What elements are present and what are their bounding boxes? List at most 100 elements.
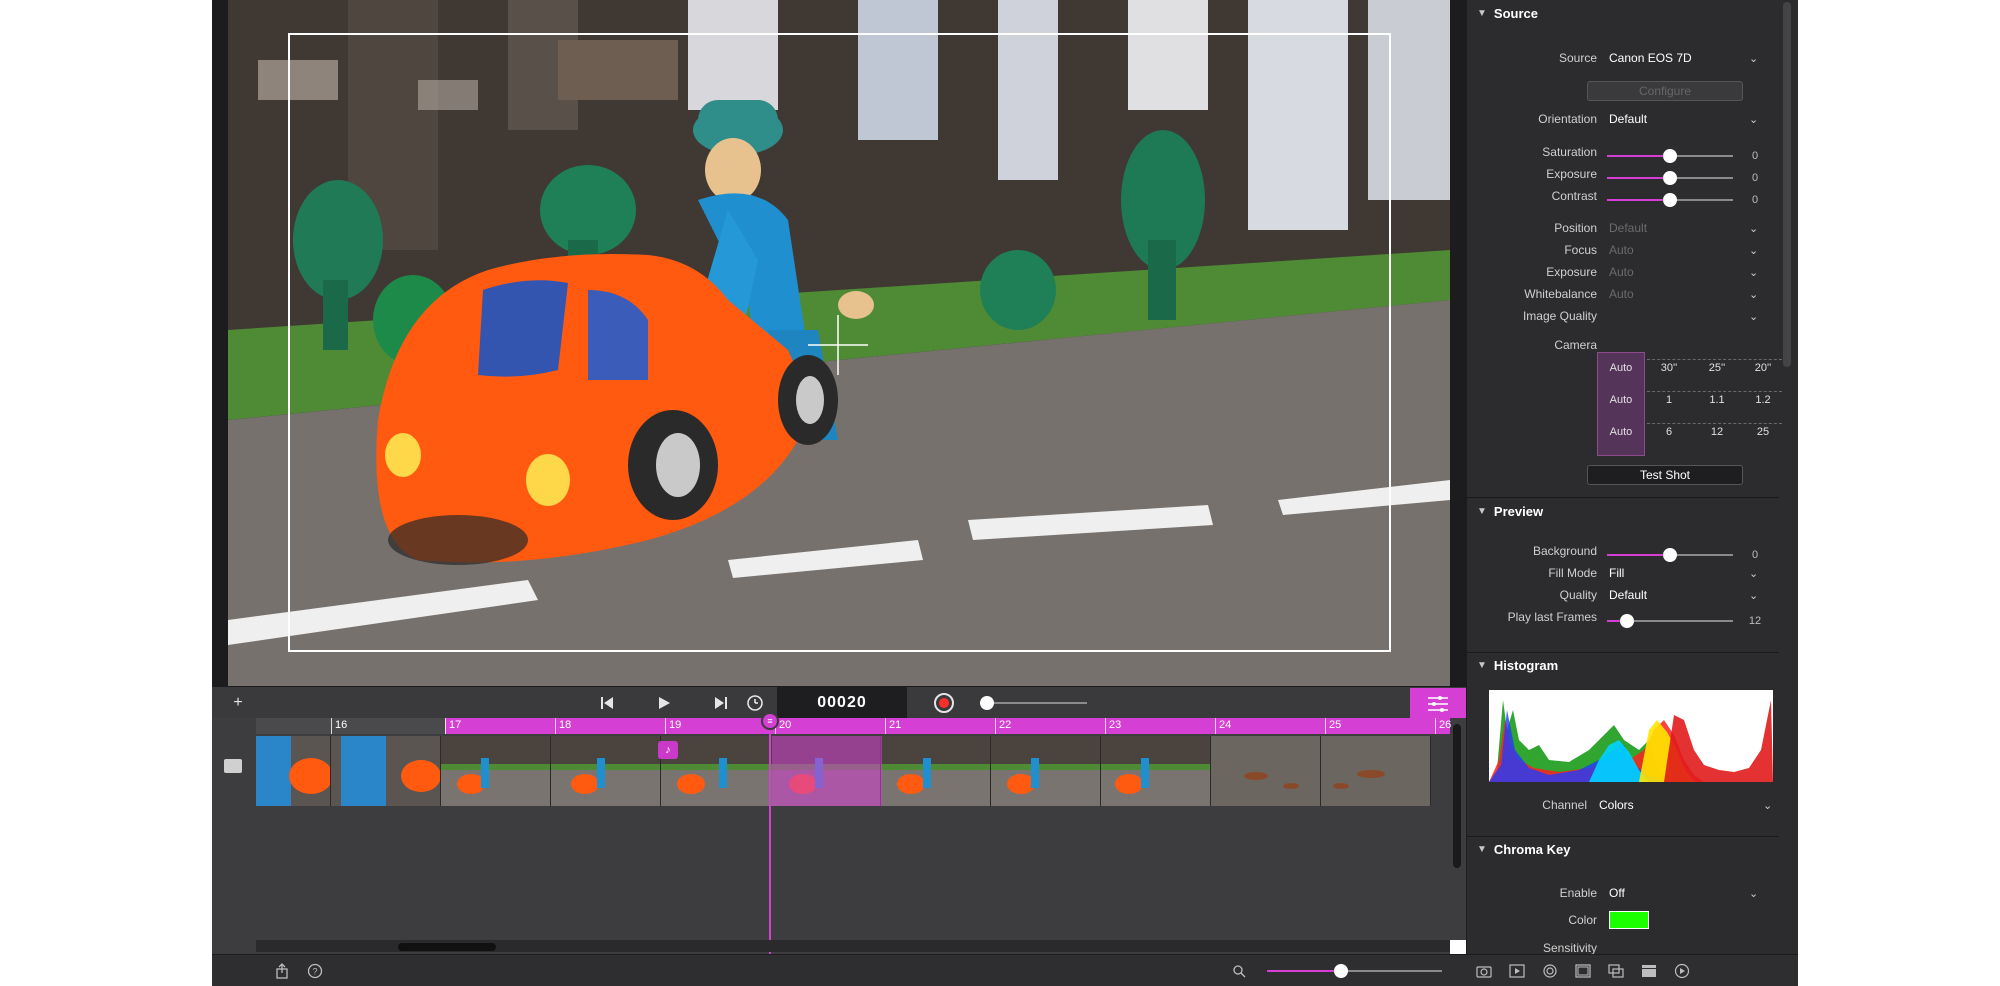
frame-thumbnail[interactable] — [551, 736, 661, 806]
camera-cell[interactable]: 25 — [1743, 426, 1783, 438]
orientation-label: Orientation — [1538, 112, 1597, 126]
disclosure-triangle-icon[interactable]: ▼ — [1477, 660, 1487, 671]
contrast-slider-knob[interactable] — [1663, 193, 1677, 207]
chevron-down-icon[interactable]: ⌄ — [1749, 222, 1758, 235]
position-select[interactable]: Default — [1609, 221, 1647, 235]
channel-select[interactable]: Colors — [1599, 798, 1634, 812]
test-shot-button[interactable]: Test Shot — [1587, 465, 1743, 485]
aperture-row[interactable]: Auto 1 1.1 1.2 — [1597, 384, 1782, 416]
source-select[interactable]: Canon EOS 7D — [1609, 51, 1692, 65]
camera-cell[interactable]: 25'' — [1697, 362, 1737, 374]
section-title: Chroma Key — [1493, 841, 1571, 857]
fill-mode-select[interactable]: Fill — [1609, 566, 1624, 580]
onion-skin-icon[interactable] — [1540, 961, 1560, 981]
camera-cell[interactable]: Auto — [1601, 394, 1641, 406]
disclosure-triangle-icon[interactable]: ▼ — [1477, 844, 1487, 855]
camera-cell[interactable]: Auto — [1601, 362, 1641, 374]
share-icon[interactable] — [272, 961, 292, 981]
playback-icon[interactable] — [1507, 961, 1527, 981]
focus-select[interactable]: Auto — [1609, 243, 1634, 257]
camera-cell[interactable]: 1.2 — [1743, 394, 1783, 406]
section-preview-header[interactable]: ▼ Preview — [1467, 498, 1779, 524]
playhead[interactable] — [769, 718, 771, 954]
chevron-down-icon[interactable]: ⌄ — [1749, 266, 1758, 279]
section-source-header[interactable]: ▼ Source — [1467, 0, 1779, 26]
quality-label: Quality — [1559, 588, 1597, 602]
chevron-down-icon[interactable]: ⌄ — [1749, 310, 1758, 323]
chevron-down-icon[interactable]: ⌄ — [1749, 567, 1758, 580]
play-icon[interactable] — [652, 691, 676, 715]
timer-icon[interactable] — [743, 691, 767, 715]
quality-select[interactable]: Default — [1609, 588, 1647, 602]
ruler-label: 24 — [1219, 719, 1232, 731]
camera-preview[interactable] — [212, 0, 1466, 686]
configure-button[interactable]: Configure — [1587, 81, 1743, 101]
track-icon[interactable] — [224, 759, 242, 773]
frame-thumbnail[interactable] — [881, 736, 991, 806]
help-icon[interactable]: ? — [305, 961, 325, 981]
iso-row[interactable]: Auto 6 12 25 — [1597, 416, 1782, 448]
captured-range — [445, 718, 1450, 734]
timeline[interactable]: 16 17 18 19 20 21 22 23 24 25 26 ♪ ≡ — [212, 712, 1466, 954]
timeline-settings-button[interactable] — [1410, 688, 1466, 719]
skip-forward-icon[interactable] — [709, 691, 733, 715]
camera-cell[interactable]: 1.1 — [1697, 394, 1737, 406]
timeline-zoom-knob[interactable] — [1334, 964, 1348, 978]
playback-speed-knob[interactable] — [980, 696, 994, 710]
audio-icon[interactable]: ♪ — [658, 741, 678, 759]
camera-cell[interactable]: 20'' — [1743, 362, 1783, 374]
bottom-toolbar: ? — [212, 954, 1798, 986]
frame-thumbnail[interactable] — [331, 736, 441, 806]
exposure-slider-knob[interactable] — [1663, 171, 1677, 185]
enable-select[interactable]: Off — [1609, 886, 1625, 900]
disclosure-triangle-icon[interactable]: ▼ — [1477, 506, 1487, 517]
clapperboard-icon[interactable] — [1639, 961, 1659, 981]
frame-thumbnail[interactable] — [1321, 736, 1431, 806]
export-icon[interactable] — [1672, 961, 1692, 981]
shutter-speed-row[interactable]: Auto 30'' 25'' 20'' — [1597, 352, 1782, 384]
chroma-color-swatch[interactable] — [1609, 911, 1649, 929]
camera-cell[interactable]: 12 — [1697, 426, 1737, 438]
ruler-tick — [445, 718, 446, 734]
section-histogram-header[interactable]: ▼ Histogram — [1467, 652, 1779, 678]
record-button[interactable] — [934, 693, 954, 713]
chevron-down-icon[interactable]: ⌄ — [1749, 589, 1758, 602]
saturation-slider-knob[interactable] — [1663, 149, 1677, 163]
orientation-select[interactable]: Default — [1609, 112, 1647, 126]
zoom-icon[interactable] — [1229, 961, 1249, 981]
frame-thumbnail[interactable] — [1101, 736, 1211, 806]
timeline-horizontal-scrollbar[interactable] — [398, 943, 496, 951]
frame-thumbnail[interactable] — [1211, 736, 1321, 806]
playhead-handle-icon[interactable]: ≡ — [761, 712, 779, 730]
chevron-down-icon[interactable]: ⌄ — [1749, 887, 1758, 900]
chevron-down-icon[interactable]: ⌄ — [1749, 113, 1758, 126]
timeline-vertical-scrollbar[interactable] — [1453, 724, 1461, 868]
camera-cell[interactable]: 1 — [1649, 394, 1689, 406]
camera-settings-grid[interactable]: Auto 30'' 25'' 20'' Auto 1 1.1 1.2 Auto … — [1597, 352, 1782, 456]
disclosure-triangle-icon[interactable]: ▼ — [1477, 8, 1487, 19]
section-chroma-key-header[interactable]: ▼ Chroma Key — [1467, 836, 1779, 862]
playback-speed-slider[interactable] — [987, 702, 1087, 704]
frame-thumbnail[interactable] — [991, 736, 1101, 806]
inspector-scrollbar[interactable] — [1783, 2, 1791, 367]
frame-thumbnail[interactable] — [256, 736, 331, 806]
play-last-frames-slider-knob[interactable] — [1620, 614, 1634, 628]
timeline-ruler[interactable]: 16 17 18 19 20 21 22 23 24 25 26 — [256, 718, 1451, 734]
add-track-button[interactable]: + — [226, 691, 250, 715]
camera-cell[interactable]: 6 — [1649, 426, 1689, 438]
chevron-down-icon[interactable]: ⌄ — [1749, 52, 1758, 65]
whitebalance-select[interactable]: Auto — [1609, 287, 1634, 301]
selected-frame-highlight[interactable] — [772, 736, 882, 806]
skip-back-icon[interactable] — [595, 691, 619, 715]
chevron-down-icon[interactable]: ⌄ — [1763, 799, 1772, 812]
background-slider-knob[interactable] — [1663, 548, 1677, 562]
chevron-down-icon[interactable]: ⌄ — [1749, 244, 1758, 257]
frame-thumbnail[interactable] — [441, 736, 551, 806]
camera-cell[interactable]: Auto — [1601, 426, 1641, 438]
overlay-icon[interactable] — [1573, 961, 1593, 981]
exposure-mode-select[interactable]: Auto — [1609, 265, 1634, 279]
camera-cell[interactable]: 30'' — [1649, 362, 1689, 374]
chevron-down-icon[interactable]: ⌄ — [1749, 288, 1758, 301]
layers-icon[interactable] — [1606, 961, 1626, 981]
camera-icon[interactable] — [1474, 961, 1494, 981]
